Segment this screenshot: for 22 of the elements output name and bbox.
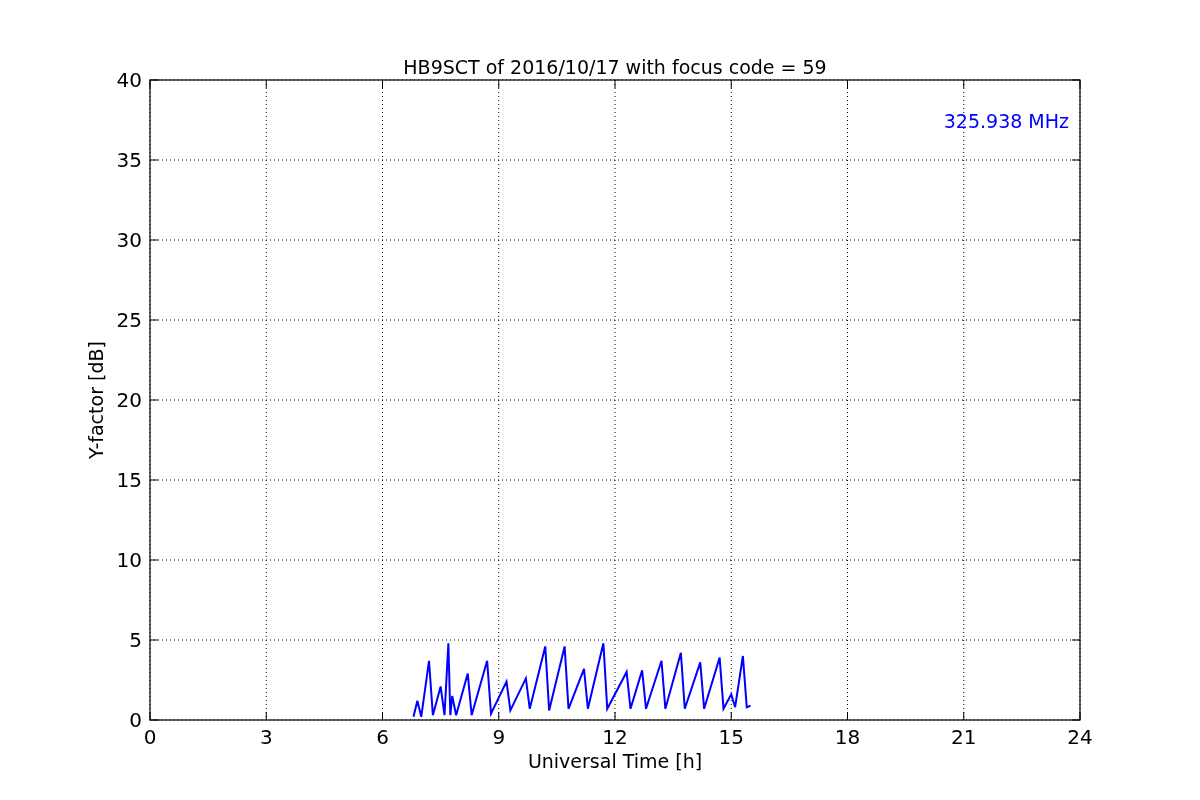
- chart-title: HB9SCT of 2016/10/17 with focus code = 59: [403, 56, 827, 78]
- y-tick-label: 35: [116, 148, 142, 172]
- y-tick-label: 15: [116, 468, 142, 492]
- y-tick-label: 25: [116, 308, 142, 332]
- x-tick-label: 12: [602, 725, 628, 749]
- y-tick-label: 10: [116, 548, 142, 572]
- x-tick-label: 6: [376, 725, 389, 749]
- y-tick-label: 40: [116, 68, 142, 92]
- x-tick-label: 24: [1067, 725, 1093, 749]
- y-axis-label: Y-factor [dB]: [85, 341, 107, 459]
- x-tick-label: 18: [834, 725, 861, 749]
- x-axis-label: Universal Time [h]: [527, 750, 703, 772]
- x-tick-label: 21: [951, 725, 977, 749]
- x-tick-label: 9: [492, 725, 506, 749]
- x-tick-label: 3: [259, 725, 273, 749]
- y-tick-label: 0: [129, 708, 142, 732]
- y-tick-label: 30: [116, 228, 142, 252]
- y-tick-label: 5: [129, 628, 142, 652]
- x-tick-label: 15: [718, 725, 744, 749]
- x-tick-label: 0: [143, 725, 157, 749]
- y-tick-label: 20: [116, 388, 142, 412]
- frequency-annotation: 325.938 MHz: [943, 110, 1069, 132]
